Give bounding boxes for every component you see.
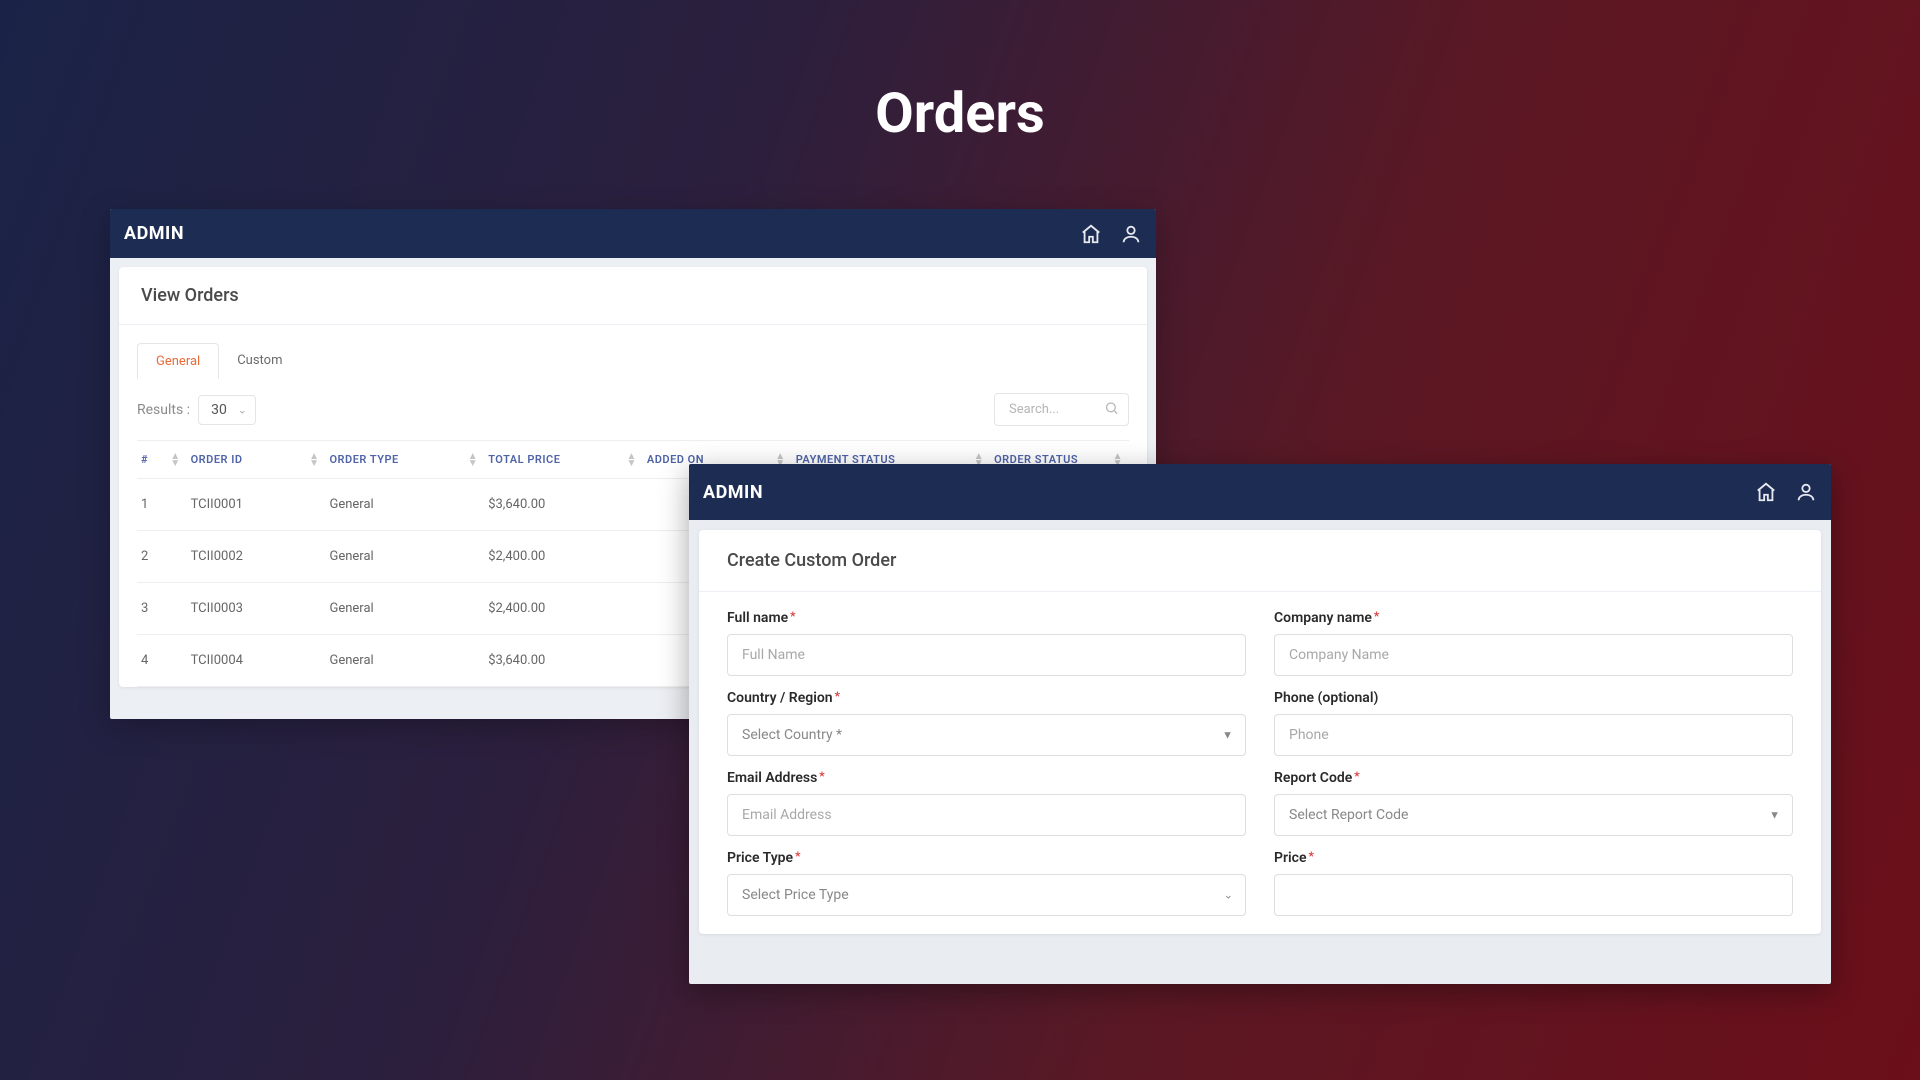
price-type-select[interactable]: Select Price Type ⌄ <box>727 874 1246 916</box>
form-title: Create Custom Order <box>699 530 1821 592</box>
cell-price: $3,640.00 <box>484 479 643 531</box>
label-company: Company name* <box>1274 610 1793 626</box>
cell-n: 3 <box>137 583 187 635</box>
col-order-type[interactable]: ORDER TYPE <box>329 453 398 466</box>
results-select[interactable]: 30 ⌄ <box>198 395 256 425</box>
cell-price: $2,400.00 <box>484 583 643 635</box>
tab-general[interactable]: General <box>137 343 219 379</box>
cell-id: TCII0001 <box>187 479 326 531</box>
full-name-input[interactable] <box>727 634 1246 676</box>
label-country: Country / Region* <box>727 690 1246 706</box>
phone-input[interactable] <box>1274 714 1793 756</box>
tab-custom[interactable]: Custom <box>219 343 300 379</box>
label-phone: Phone (optional) <box>1274 690 1793 706</box>
user-icon[interactable] <box>1120 223 1142 245</box>
cell-price: $2,400.00 <box>484 531 643 583</box>
cell-n: 2 <box>137 531 187 583</box>
label-email: Email Address* <box>727 770 1246 786</box>
cell-type: General <box>325 583 484 635</box>
label-price: Price* <box>1274 850 1793 866</box>
cell-type: General <box>325 635 484 687</box>
brand: ADMIN <box>124 223 184 244</box>
price-input[interactable] <box>1274 874 1793 916</box>
user-icon[interactable] <box>1795 481 1817 503</box>
email-input[interactable] <box>727 794 1246 836</box>
app-header: ADMIN <box>689 464 1831 520</box>
app-header: ADMIN <box>110 209 1156 258</box>
cell-type: General <box>325 531 484 583</box>
col-order-id[interactable]: ORDER ID <box>191 453 243 466</box>
results-label: Results : <box>137 402 190 418</box>
create-order-card: Create Custom Order Full name* Company n… <box>699 530 1821 934</box>
report-code-select[interactable]: Select Report Code ▼ <box>1274 794 1793 836</box>
cell-id: TCII0003 <box>187 583 326 635</box>
label-full-name: Full name* <box>727 610 1246 626</box>
brand: ADMIN <box>703 482 763 503</box>
cell-type: General <box>325 479 484 531</box>
chevron-down-icon: ⌄ <box>238 403 247 416</box>
cell-price: $3,640.00 <box>484 635 643 687</box>
cell-n: 4 <box>137 635 187 687</box>
report-code-placeholder: Select Report Code <box>1289 807 1408 823</box>
country-placeholder: Select Country * <box>742 727 842 743</box>
company-input[interactable] <box>1274 634 1793 676</box>
home-icon[interactable] <box>1755 481 1777 503</box>
chevron-down-icon: ⌄ <box>1224 889 1233 902</box>
results-value: 30 <box>211 402 227 418</box>
tabs: General Custom <box>137 343 1129 379</box>
home-icon[interactable] <box>1080 223 1102 245</box>
cell-n: 1 <box>137 479 187 531</box>
sort-icon[interactable]: ▲▼ <box>627 453 637 467</box>
label-report-code: Report Code* <box>1274 770 1793 786</box>
page-title: Orders <box>875 80 1045 146</box>
label-price-type: Price Type* <box>727 850 1246 866</box>
cell-id: TCII0004 <box>187 635 326 687</box>
col-total-price[interactable]: TOTAL PRICE <box>488 453 560 466</box>
chevron-down-icon: ▼ <box>1222 729 1233 742</box>
cell-id: TCII0002 <box>187 531 326 583</box>
sort-icon[interactable]: ▲▼ <box>309 453 319 467</box>
create-order-window: ADMIN Create Custom Order Full name* Com… <box>689 464 1831 984</box>
sort-icon[interactable]: ▲▼ <box>468 453 478 467</box>
sort-icon[interactable]: ▲▼ <box>170 453 180 467</box>
country-select[interactable]: Select Country * ▼ <box>727 714 1246 756</box>
price-type-placeholder: Select Price Type <box>742 887 849 903</box>
search-icon[interactable] <box>1104 400 1119 419</box>
col-num[interactable]: # <box>141 453 148 466</box>
card-title: View Orders <box>119 267 1147 325</box>
chevron-down-icon: ▼ <box>1769 809 1780 822</box>
